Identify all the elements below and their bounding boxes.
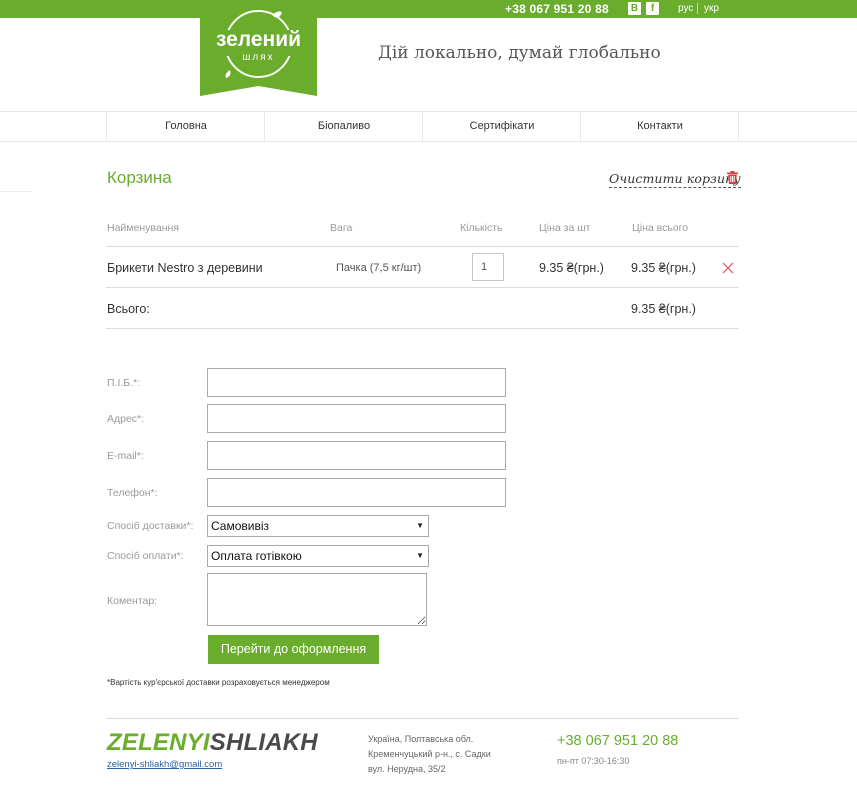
total-value: 9.35 ₴(грн.) [631, 302, 696, 316]
item-weight: Пачка (7,5 кг/шт) [336, 262, 422, 274]
lang-ru[interactable]: рус [678, 3, 693, 14]
facebook-icon[interactable]: f [646, 2, 659, 15]
col-weight: Вага [330, 222, 353, 234]
side-divider [0, 191, 32, 192]
chevron-down-icon: ▼ [416, 521, 424, 530]
payment-value: Оплата готівкою [211, 549, 302, 563]
address-line: вул. Нерудна, 35/2 [368, 764, 446, 774]
clear-cart-link[interactable]: Очистити корзину [609, 171, 741, 188]
logo-line2: шлях [242, 52, 274, 63]
quantity-input[interactable] [472, 253, 504, 281]
delivery-label: Спосіб доставки*: [107, 520, 194, 532]
delivery-note: *Вартість кур'єрської доставки розрахову… [107, 678, 330, 687]
footer-phone[interactable]: +38 067 951 20 88 [557, 733, 678, 749]
item-unit-price: 9.35 ₴(грн.) [539, 261, 604, 275]
comment-field[interactable] [207, 573, 427, 626]
brand-part-dark: SHLIAKH [209, 729, 318, 756]
fio-label: П.І.Б.*: [107, 377, 141, 389]
nav-divider [738, 112, 739, 141]
top-phone[interactable]: +38 067 951 20 88 [505, 2, 609, 16]
address-field[interactable] [207, 404, 506, 433]
table-divider [106, 246, 739, 247]
footer-divider [106, 718, 739, 719]
address-line: Кременчуцький р-н., с. Садки [368, 749, 491, 759]
checkout-button[interactable]: Перейти до оформлення [208, 635, 379, 664]
address-line: Україна, Полтавська обл. [368, 734, 474, 744]
table-divider [106, 328, 739, 329]
brand-part-green: ZELENYI [107, 729, 210, 756]
col-name: Найменування [107, 222, 179, 234]
nav-item-home[interactable]: Головна [106, 112, 265, 141]
footer-hours: пн-пт 07:30-16:30 [557, 756, 630, 766]
table-divider [106, 287, 739, 288]
vk-icon[interactable]: В [628, 2, 641, 15]
cart-title: Корзина [107, 168, 172, 187]
col-unit-price: Ціна за шт [539, 222, 591, 234]
nav-item-biofuel[interactable]: Біопаливо [264, 112, 423, 141]
delivery-select[interactable]: Самовивіз ▼ [207, 515, 429, 537]
footer-email-link[interactable]: zelenyi-shliakh@gmail.com [107, 759, 222, 770]
email-label: E-mail*: [107, 450, 144, 462]
nav-item-contacts[interactable]: Контакти [580, 112, 739, 141]
phone-field[interactable] [207, 478, 506, 507]
comment-label: Коментар: [107, 595, 158, 607]
site-logo[interactable]: зелений шлях [200, 0, 317, 96]
nav-item-certificates[interactable]: Сертифікати [422, 112, 581, 141]
item-name: Брикети Nestro з деревини [107, 261, 263, 275]
slogan: Дій локально, думай глобально [378, 43, 661, 63]
email-field[interactable] [207, 441, 506, 470]
payment-select[interactable]: Оплата готівкою ▼ [207, 545, 429, 567]
chevron-down-icon: ▼ [416, 551, 424, 560]
trash-icon[interactable] [727, 171, 738, 184]
payment-label: Спосіб оплати*: [107, 550, 184, 562]
top-bar: +38 067 951 20 88 В f рус укр [0, 0, 857, 18]
logo-line1: зелений [216, 28, 301, 51]
col-qty: Кількість [460, 222, 503, 234]
fio-field[interactable] [207, 368, 506, 397]
col-total-price: Ціна всього [632, 222, 689, 234]
footer-brand[interactable]: ZELENYISHLIAKH [107, 729, 318, 757]
main-nav: Головна Біопаливо Сертифікати Контакти [0, 111, 857, 142]
delivery-value: Самовивіз [211, 519, 270, 533]
lang-uk[interactable]: укр [704, 3, 719, 14]
phone-label: Телефон*: [107, 487, 158, 499]
total-label: Всього: [107, 302, 150, 316]
address-label: Адрес*: [107, 413, 145, 425]
close-icon[interactable] [722, 262, 734, 274]
item-total-price: 9.35 ₴(грн.) [631, 261, 696, 275]
lang-separator [697, 3, 698, 14]
